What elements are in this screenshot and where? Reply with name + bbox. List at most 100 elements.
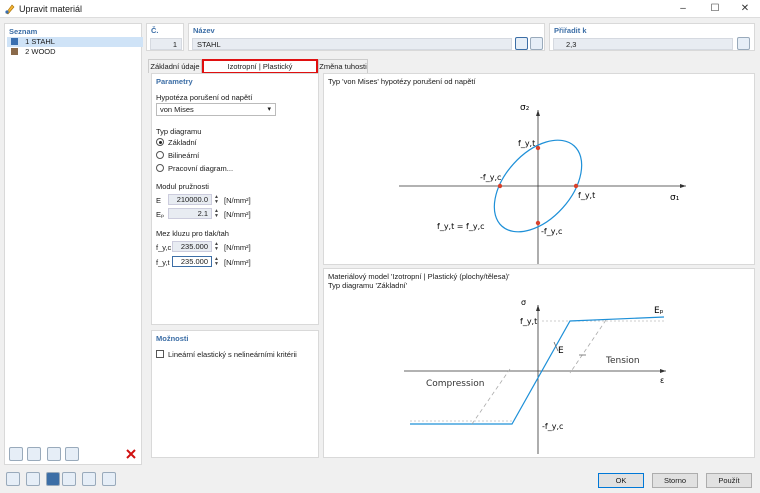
maximize-button[interactable]: ☐ [700,0,730,18]
number-field[interactable]: 1 [150,38,182,50]
sigma1-label: σ₁ [670,193,680,203]
assigned-field[interactable]: 2,3 [553,38,733,50]
formula-icon[interactable] [102,472,116,486]
tension-label: Tension [605,356,640,366]
name-label: Název [193,26,215,35]
tab-basic-data[interactable]: Základní údaje [148,59,202,73]
sigma2-arrow-icon [536,110,540,116]
apply-button[interactable]: Použít [706,473,752,488]
list-item-name: WOOD [31,47,56,56]
fyt-label: f_y,t [520,317,537,326]
E-unit: [N/mm²] [224,196,251,205]
library-icon[interactable] [530,37,543,50]
material-color-swatch [11,48,18,55]
renumber-icon[interactable] [65,447,79,461]
options-title: Možnosti [156,334,189,343]
equation-label: f_y,t = f_y,c [437,222,485,231]
list-header: Seznam [9,27,38,36]
sigma2-label: σ₂ [520,103,530,113]
material-list-panel: Seznam 1 STAHL 2 WOOD [4,23,143,465]
epsilon-arrow-icon [660,369,666,373]
linear-elastic-checkbox[interactable] [156,350,164,358]
fyt-top-label: f_y,t [518,139,535,148]
list-item-stahl[interactable]: 1 STAHL [7,37,143,47]
stress-strain-diagram-panel: Materiálový model 'Izotropní | Plastický… [323,268,755,458]
radio-working-diagram-label: Pracovní diagram... [168,164,234,173]
cancel-button[interactable]: Storno [652,473,698,488]
Ep-unit: [N/mm²] [224,210,251,219]
new-material-icon[interactable] [9,447,23,461]
fyt-spinner-icon[interactable]: ▲ ▼ [214,257,219,267]
material-color-swatch [11,38,18,45]
hypothesis-label: Hypotéza porušení od napětí [156,93,253,102]
color-icon[interactable] [46,472,60,486]
point-fyc-bottom [535,220,541,226]
radio-working-diagram[interactable] [156,164,164,172]
hypothesis-dropdown[interactable]: von Mises ▾ [156,103,276,116]
copy-material-icon[interactable] [27,447,41,461]
fyt-input[interactable]: 235.000 [172,256,212,267]
radio-bilinear-label: Bilineární [168,151,200,160]
fyc-spinner-icon[interactable]: ▲ ▼ [214,242,219,252]
delete-icon[interactable] [125,448,137,460]
fyt-symbol: f_y,t [156,258,170,267]
tab-isotropic-plastic[interactable]: Izotropní | Plastický (plochy/tělesa) [202,59,318,82]
name-field[interactable]: STAHL [192,38,512,50]
Ep-input[interactable]: 2.1 [168,208,212,219]
list-item-number: 2 [25,47,30,56]
compression-label: Compression [426,379,484,389]
chevron-down-icon: ▾ [267,106,271,113]
linear-elastic-label: Lineární elastický s nelineárními kritér… [168,350,297,359]
edit-name-icon[interactable] [515,37,528,50]
elastic-modulus-label: Modul pružnosti [156,182,209,191]
fyt-unit: [N/mm²] [224,258,251,267]
info-icon[interactable] [62,472,76,486]
fyc-left-label: -f_y,c [480,173,501,182]
fyc-label: -f_y,c [542,422,563,431]
assign-panel: Přiřadit k 2,3 [549,23,755,51]
point-fyt-top [535,145,541,151]
radio-basic-label: Základní [168,138,197,147]
minimize-button[interactable]: – [668,0,698,18]
fyc-bottom-label: -f_y,c [541,227,562,236]
fyc-input[interactable]: 235.000 [172,241,212,252]
Ep-spinner-icon[interactable]: ▲ ▼ [214,209,219,219]
check-material-icon[interactable] [47,447,61,461]
E-spinner-icon[interactable]: ▲ ▼ [214,195,219,205]
tension-unload-line [569,319,607,374]
tab-stiffness-change[interactable]: Změna tuhosti [318,59,368,73]
ok-button[interactable]: OK [598,473,644,488]
fyc-symbol: f_y,c [156,243,172,252]
yield-label: Mez kluzu pro tlak/tah [156,229,229,238]
diagram-type-label: Typ diagramu [156,127,202,136]
E-slope-label: E [558,346,564,356]
help-icon[interactable] [82,472,96,486]
sigma1-arrow-icon [680,184,686,188]
von-mises-diagram-panel: Typ 'von Mises' hypotézy porušení od nap… [323,73,755,265]
parameters-panel: Parametry Hypotéza porušení od napětí vo… [151,73,319,325]
parameters-title: Parametry [156,77,193,86]
radio-basic[interactable] [156,138,164,146]
stress-strain-diagram: σ ε f_y,t -f_y,c E Eₚ Tension Compressio… [404,298,666,454]
close-button[interactable]: ✕ [730,0,760,18]
list-item-wood[interactable]: 2 WOOD [7,47,143,57]
stress-strain-curve [410,316,665,425]
number-label: Č. [151,26,159,35]
window-title: Upravit materiál [19,4,83,14]
point-fyt-right [573,183,579,189]
E-symbol: E [156,196,162,205]
von-mises-diagram: σ₂ σ₁ f_y,t -f_y,c f_y,t -f_y,c f_y,t = … [399,103,686,264]
sigma-label: σ [521,298,526,307]
sigma-arrow-icon [536,305,540,311]
search-icon[interactable] [6,472,20,486]
name-panel: Název STAHL [188,23,545,51]
units-icon[interactable] [26,472,40,486]
select-objects-icon[interactable] [737,37,750,50]
E-input[interactable]: 210000.0 [168,194,212,205]
compression-unload-line [471,368,511,425]
fyc-unit: [N/mm²] [224,243,251,252]
list-item-number: 1 [25,37,30,46]
radio-bilinear[interactable] [156,151,164,159]
point-fyc-left [497,183,503,189]
title-bar: Upravit materiál – ☐ ✕ [0,0,760,18]
